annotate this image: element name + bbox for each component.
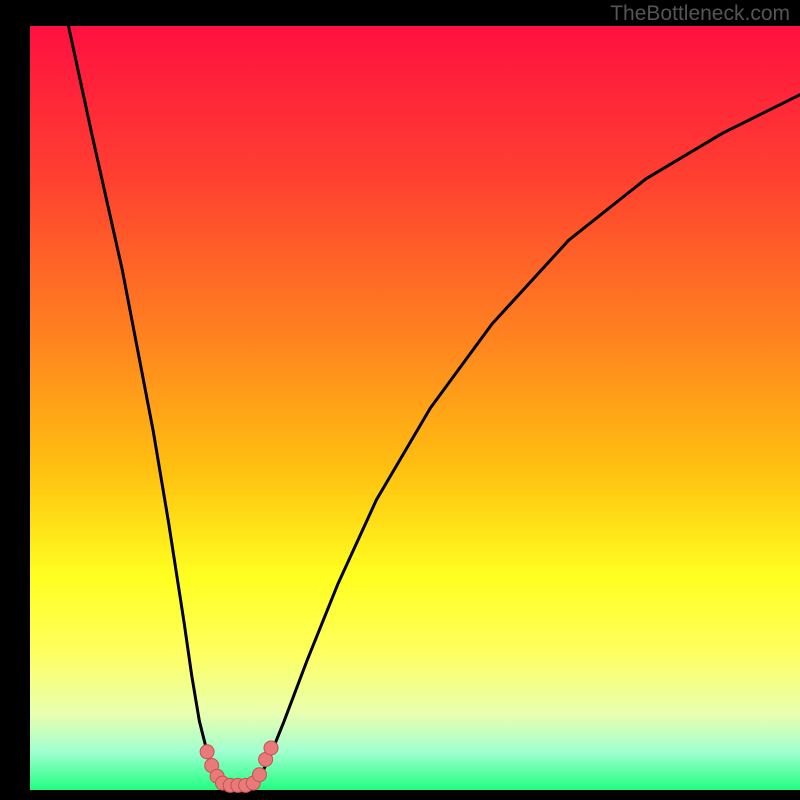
chart-container: TheBottleneck.com <box>0 0 800 800</box>
chart-plot-bg <box>30 26 800 790</box>
marker-point <box>200 745 214 759</box>
marker-point <box>264 741 278 755</box>
chart-svg <box>0 0 800 800</box>
attribution-label: TheBottleneck.com <box>610 2 790 26</box>
marker-point <box>252 768 266 782</box>
